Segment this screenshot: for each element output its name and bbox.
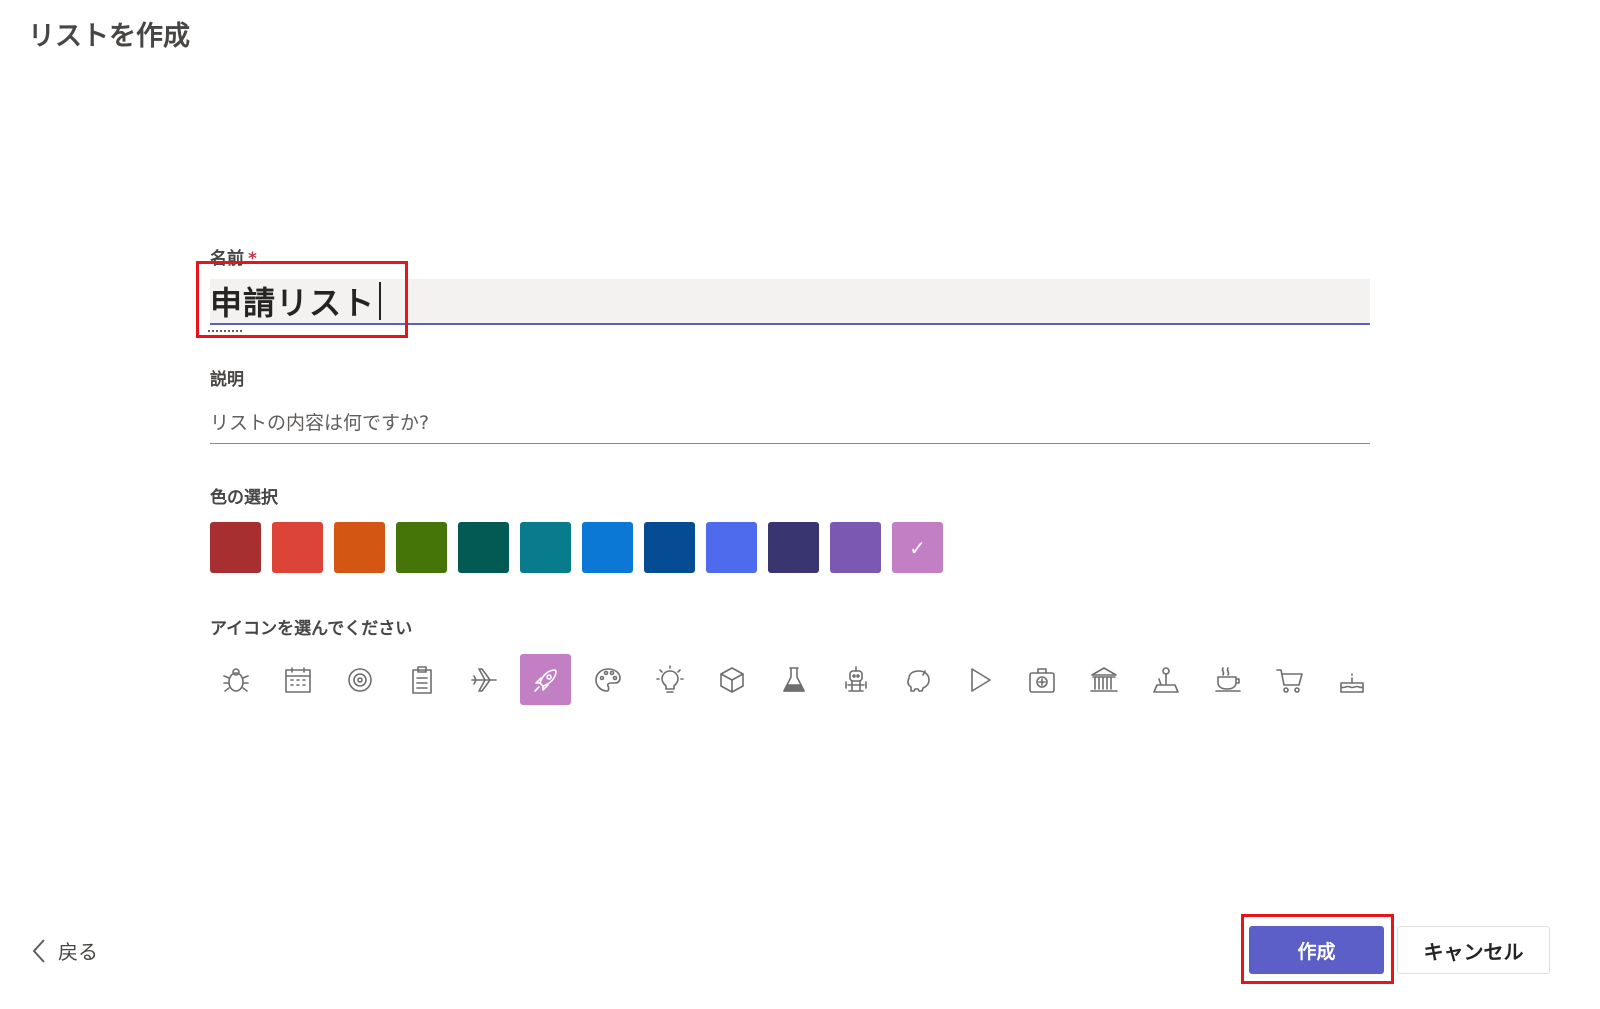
joystick-icon (1152, 666, 1179, 693)
icon-option-bank[interactable] (1078, 654, 1129, 705)
cake-icon (1339, 672, 1364, 693)
description-field-label: 説明 (210, 370, 244, 390)
icon-option-medical-kit[interactable] (1016, 654, 1067, 705)
icon-option-flask[interactable] (768, 654, 819, 705)
icon-option-play[interactable] (954, 654, 1005, 705)
color-swatch[interactable] (768, 522, 819, 573)
icon-option-cake[interactable] (1326, 654, 1377, 705)
chevron-left-icon (32, 938, 45, 963)
bug-icon (222, 667, 249, 692)
icon-option-rocket[interactable] (520, 654, 571, 705)
calendar-icon (284, 666, 311, 693)
icon-option-shopping-cart[interactable] (1264, 654, 1315, 705)
checkmark-icon: ✓ (909, 535, 926, 560)
flask-icon (782, 666, 805, 692)
color-swatch[interactable] (272, 522, 323, 573)
icon-option-coffee-cup[interactable] (1202, 654, 1253, 705)
lightbulb-icon (655, 664, 684, 693)
icon-option-airplane[interactable] (458, 654, 509, 705)
color-swatch[interactable] (644, 522, 695, 573)
name-highlight-box (196, 261, 408, 338)
page-title: リストを作成 (28, 21, 190, 52)
play-icon (970, 667, 991, 692)
icon-option-palette[interactable] (582, 654, 633, 705)
description-input[interactable]: リストの内容は何ですか? (210, 400, 1370, 444)
color-swatch-row: ✓ (210, 522, 954, 573)
icon-option-calendar[interactable] (272, 654, 323, 705)
cube-icon (719, 666, 744, 693)
piggy-bank-icon (906, 669, 930, 692)
color-swatch[interactable] (396, 522, 447, 573)
color-swatch[interactable] (210, 522, 261, 573)
icon-option-target[interactable] (334, 654, 385, 705)
airplane-icon (470, 667, 497, 692)
icon-option-bug[interactable] (210, 654, 261, 705)
clipboard-icon (411, 665, 432, 694)
create-button[interactable]: 作成 (1249, 926, 1384, 974)
color-swatch[interactable] (334, 522, 385, 573)
target-icon (347, 667, 372, 692)
back-link[interactable]: 戻る (30, 936, 98, 965)
icon-option-clipboard[interactable] (396, 654, 447, 705)
color-swatch[interactable]: ✓ (892, 522, 943, 573)
palette-icon (594, 667, 621, 692)
color-swatch[interactable] (458, 522, 509, 573)
icon-option-joystick[interactable] (1140, 654, 1191, 705)
cancel-button[interactable]: キャンセル (1397, 926, 1550, 974)
robot-icon (844, 665, 867, 692)
icon-option-lightbulb[interactable] (644, 654, 695, 705)
color-swatch[interactable] (582, 522, 633, 573)
icon-picker-label: アイコンを選んでください (210, 619, 413, 639)
bank-icon (1089, 666, 1118, 692)
color-picker-label: 色の選択 (210, 488, 278, 508)
medical-kit-icon (1028, 667, 1055, 693)
coffee-cup-icon (1214, 666, 1241, 692)
color-swatch[interactable] (520, 522, 571, 573)
color-swatch[interactable] (830, 522, 881, 573)
back-label: 戻る (58, 940, 98, 964)
shopping-cart-icon (1275, 668, 1303, 693)
icon-row (210, 654, 1388, 705)
color-swatch[interactable] (706, 522, 757, 573)
rocket-icon (533, 668, 557, 692)
icon-option-piggy-bank[interactable] (892, 654, 943, 705)
icon-option-robot[interactable] (830, 654, 881, 705)
icon-option-cube[interactable] (706, 654, 757, 705)
